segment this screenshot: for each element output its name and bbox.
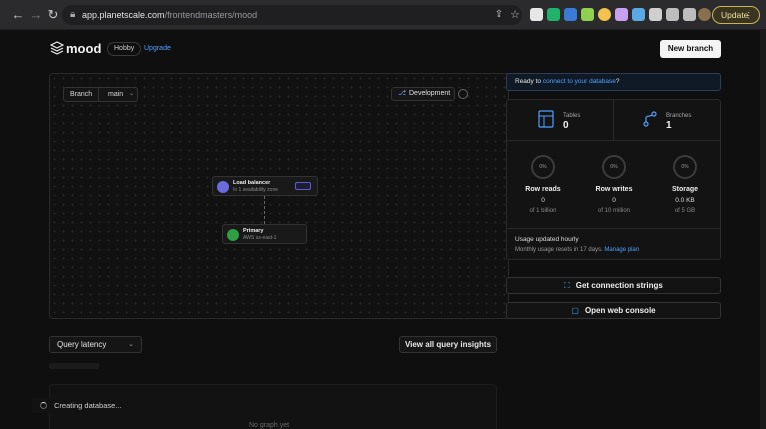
puzzle-icon[interactable] bbox=[666, 8, 679, 21]
usage-title: Usage updated hourly bbox=[515, 236, 579, 243]
layers-icon[interactable] bbox=[49, 41, 65, 55]
branches-value: 1 bbox=[666, 120, 672, 131]
architecture-diagram bbox=[49, 73, 509, 319]
arrow-left-icon[interactable]: ← bbox=[10, 7, 26, 23]
latency-select[interactable]: Query latency ⌄ bbox=[49, 336, 142, 353]
primary-title: Primary bbox=[243, 228, 264, 234]
more-icon: ⋮ bbox=[744, 10, 754, 20]
storage-value: 0.0 KB bbox=[675, 197, 695, 204]
extension-icon[interactable] bbox=[615, 8, 628, 21]
no-graph-text: No graph yet bbox=[249, 422, 290, 429]
branches-stat[interactable]: Branches 1 bbox=[614, 100, 720, 141]
extension-icon[interactable] bbox=[581, 8, 594, 21]
environment-badge: ⎇ Development bbox=[391, 87, 455, 101]
plan-badge: Hobby bbox=[107, 42, 142, 56]
load-balancer-subtitle: In 1 availability zone bbox=[233, 187, 279, 193]
spinner-icon bbox=[40, 402, 47, 409]
extension-icon[interactable] bbox=[649, 8, 662, 21]
arrow-right-icon[interactable]: → bbox=[28, 7, 44, 23]
lock-icon: 🔒︎ bbox=[70, 9, 76, 20]
connection-strings-label: Get connection strings bbox=[575, 281, 663, 290]
usage-reset-text: Monthly usage resets in 17 days. Manage … bbox=[515, 246, 639, 254]
connect-suffix: ? bbox=[615, 78, 620, 85]
share-icon[interactable]: ⇪ bbox=[491, 7, 507, 23]
status-toast: Creating database... bbox=[32, 398, 140, 413]
environment-label: Development bbox=[409, 90, 451, 97]
row-reads-value: 0 bbox=[541, 197, 545, 204]
connect-prefix: Ready to bbox=[515, 78, 543, 85]
usage-info: Usage updated hourly Monthly usage reset… bbox=[507, 228, 720, 259]
database-name[interactable]: mood bbox=[66, 41, 101, 57]
usage-reset: Monthly usage resets in 17 days. bbox=[515, 247, 605, 253]
branch-icon bbox=[643, 111, 657, 127]
web-console-button[interactable]: ▢ Open web console bbox=[506, 302, 721, 319]
terminal-icon: ▢ bbox=[571, 306, 579, 315]
tables-value: 0 bbox=[563, 120, 569, 131]
avatar[interactable] bbox=[698, 8, 711, 21]
star-icon[interactable]: ☆ bbox=[507, 7, 523, 23]
row-writes-gauge: 0% bbox=[602, 155, 626, 179]
load-balancer-toggle[interactable] bbox=[295, 182, 311, 190]
latency-select-label: Query latency bbox=[57, 340, 107, 349]
extension-icon[interactable] bbox=[530, 8, 543, 21]
connection-strings-button[interactable]: ⛶ Get connection strings bbox=[506, 277, 721, 294]
branch-icon: ⎇ bbox=[398, 90, 407, 97]
query-insights-button[interactable]: View all query insights bbox=[399, 336, 497, 353]
primary-node[interactable]: Primary AWS us-east-1 bbox=[222, 224, 307, 244]
chevron-down-icon: ⌄ bbox=[128, 341, 134, 348]
row-writes-limit: of 10 million bbox=[597, 208, 630, 214]
divider bbox=[98, 88, 99, 101]
extension-icon[interactable] bbox=[632, 8, 645, 21]
sidebar-icon[interactable] bbox=[683, 8, 696, 21]
extension-icon[interactable] bbox=[547, 8, 560, 21]
gear-icon[interactable] bbox=[458, 89, 468, 99]
row-reads-gauge: 0% bbox=[531, 155, 555, 179]
extension-icon[interactable] bbox=[598, 8, 611, 21]
browser-toolbar: ← → ↻ 🔒︎ app.planetscale.com/frontendmas… bbox=[0, 0, 766, 30]
load-balancer-node[interactable]: Load balancer In 1 availability zone bbox=[212, 176, 318, 196]
row-writes-value: 0 bbox=[612, 197, 616, 204]
branches-label: Branches bbox=[666, 113, 692, 119]
storage-limit: of 5 GB bbox=[674, 208, 696, 214]
update-button[interactable]: Update ⋮ bbox=[712, 6, 760, 24]
connect-banner: Ready to connect to your database? bbox=[506, 73, 721, 91]
manage-plan-link[interactable]: Manage plan bbox=[604, 247, 639, 253]
web-console-label: Open web console bbox=[584, 306, 656, 315]
tables-stat[interactable]: Tables 0 bbox=[507, 100, 614, 141]
branch-select-value: main bbox=[108, 91, 124, 98]
url-text: app.planetscale.com/frontendmasters/mood bbox=[82, 10, 258, 20]
extension-icon[interactable] bbox=[564, 8, 577, 21]
load-balancer-title: Load balancer bbox=[233, 180, 271, 186]
row-writes-label: Row writes bbox=[595, 186, 633, 193]
new-branch-button[interactable]: New branch bbox=[660, 40, 721, 58]
branch-select[interactable]: Branch main ⌄ bbox=[63, 87, 138, 102]
database-icon bbox=[227, 229, 239, 241]
upgrade-link[interactable]: Upgrade bbox=[144, 44, 171, 54]
row-reads-label: Row reads bbox=[525, 186, 561, 193]
node-connector bbox=[264, 196, 265, 224]
chevron-down-icon: ⌄ bbox=[129, 91, 135, 97]
placeholder-bar bbox=[49, 363, 99, 369]
row-reads-limit: of 1 billion bbox=[529, 208, 557, 214]
toast-message: Creating database... bbox=[54, 401, 122, 410]
storage-label: Storage bbox=[671, 186, 699, 193]
tables-label: Tables bbox=[563, 113, 581, 119]
storage-gauge: 0% bbox=[673, 155, 697, 179]
connect-link[interactable]: connect to your database bbox=[543, 78, 616, 85]
scrollbar[interactable] bbox=[760, 30, 766, 429]
address-bar[interactable]: 🔒︎ app.planetscale.com/frontendmasters/m… bbox=[62, 5, 522, 25]
load-balancer-icon bbox=[217, 181, 229, 193]
branch-select-label: Branch bbox=[70, 91, 93, 98]
reload-icon[interactable]: ↻ bbox=[45, 7, 61, 23]
primary-subtitle: AWS us-east-1 bbox=[243, 235, 277, 241]
stats-panel: Tables 0 Branches 1 0% Row reads 0 of 1 … bbox=[506, 99, 721, 260]
table-icon bbox=[538, 110, 554, 128]
plug-icon: ⛶ bbox=[564, 281, 570, 290]
